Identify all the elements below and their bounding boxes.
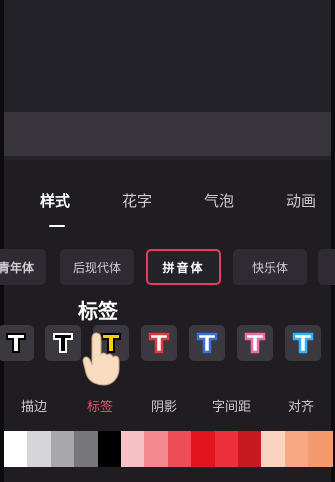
tab-bubble[interactable]: 气泡 xyxy=(204,190,234,211)
text-style-icon xyxy=(53,333,73,353)
color-swatch[interactable] xyxy=(261,431,286,467)
subtab-shadow[interactable]: 阴影 xyxy=(151,396,177,415)
subtab-letter-spacing[interactable]: 字间距 xyxy=(212,396,251,415)
color-swatch[interactable] xyxy=(97,431,123,467)
style-chip-5[interactable] xyxy=(189,325,225,361)
color-swatch[interactable] xyxy=(4,431,29,467)
tooltip-label: 标签 xyxy=(78,299,118,323)
text-style-icon xyxy=(292,332,314,354)
style-chip-4[interactable] xyxy=(141,325,177,361)
subtab-label[interactable]: 标签 xyxy=(87,396,113,415)
text-style-icon xyxy=(244,332,266,354)
font-chip-partial[interactable] xyxy=(318,249,335,285)
color-swatch[interactable] xyxy=(144,431,169,467)
color-swatch[interactable] xyxy=(238,431,263,467)
style-chip-1[interactable] xyxy=(0,325,34,361)
text-style-icon xyxy=(196,332,218,354)
color-swatch[interactable] xyxy=(214,431,240,467)
text-input-bar[interactable] xyxy=(4,112,331,156)
color-swatch[interactable] xyxy=(308,431,333,467)
font-chip-label: 快乐体 xyxy=(251,260,288,275)
color-swatch[interactable] xyxy=(284,431,310,467)
font-chip-pinyin[interactable]: 拼音体 xyxy=(146,249,221,285)
screen-edge-right xyxy=(331,0,335,482)
font-chip-happy[interactable]: 快乐体 xyxy=(233,249,307,285)
subtab-stroke[interactable]: 描边 xyxy=(21,396,47,415)
tab-fancy-text[interactable]: 花字 xyxy=(122,190,152,211)
font-chip-label: 拼音体 xyxy=(162,260,205,275)
color-swatch[interactable] xyxy=(121,431,146,467)
color-swatch[interactable] xyxy=(27,431,52,467)
color-swatch[interactable] xyxy=(50,431,76,467)
style-chip-6[interactable] xyxy=(237,325,273,361)
active-tab-indicator xyxy=(49,225,65,227)
font-chip-label: 后现代体 xyxy=(72,260,121,275)
font-chip-postmodern[interactable]: 后现代体 xyxy=(60,249,134,285)
screen-edge-left xyxy=(0,0,4,482)
color-swatch[interactable] xyxy=(74,431,99,467)
style-chip-2[interactable] xyxy=(45,325,81,361)
color-swatch[interactable] xyxy=(191,431,216,467)
font-chip-label: 青年体 xyxy=(0,260,34,275)
subtab-align[interactable]: 对齐 xyxy=(288,396,314,415)
text-style-icon xyxy=(6,333,26,353)
font-chip-youth[interactable]: 青年体 xyxy=(0,249,46,285)
tab-style[interactable]: 样式 xyxy=(40,190,70,211)
text-style-icon xyxy=(148,332,170,354)
color-swatch[interactable] xyxy=(167,431,193,467)
tab-animation[interactable]: 动画 xyxy=(286,190,316,211)
style-chip-7[interactable] xyxy=(285,325,321,361)
pointing-hand-icon xyxy=(82,332,120,386)
